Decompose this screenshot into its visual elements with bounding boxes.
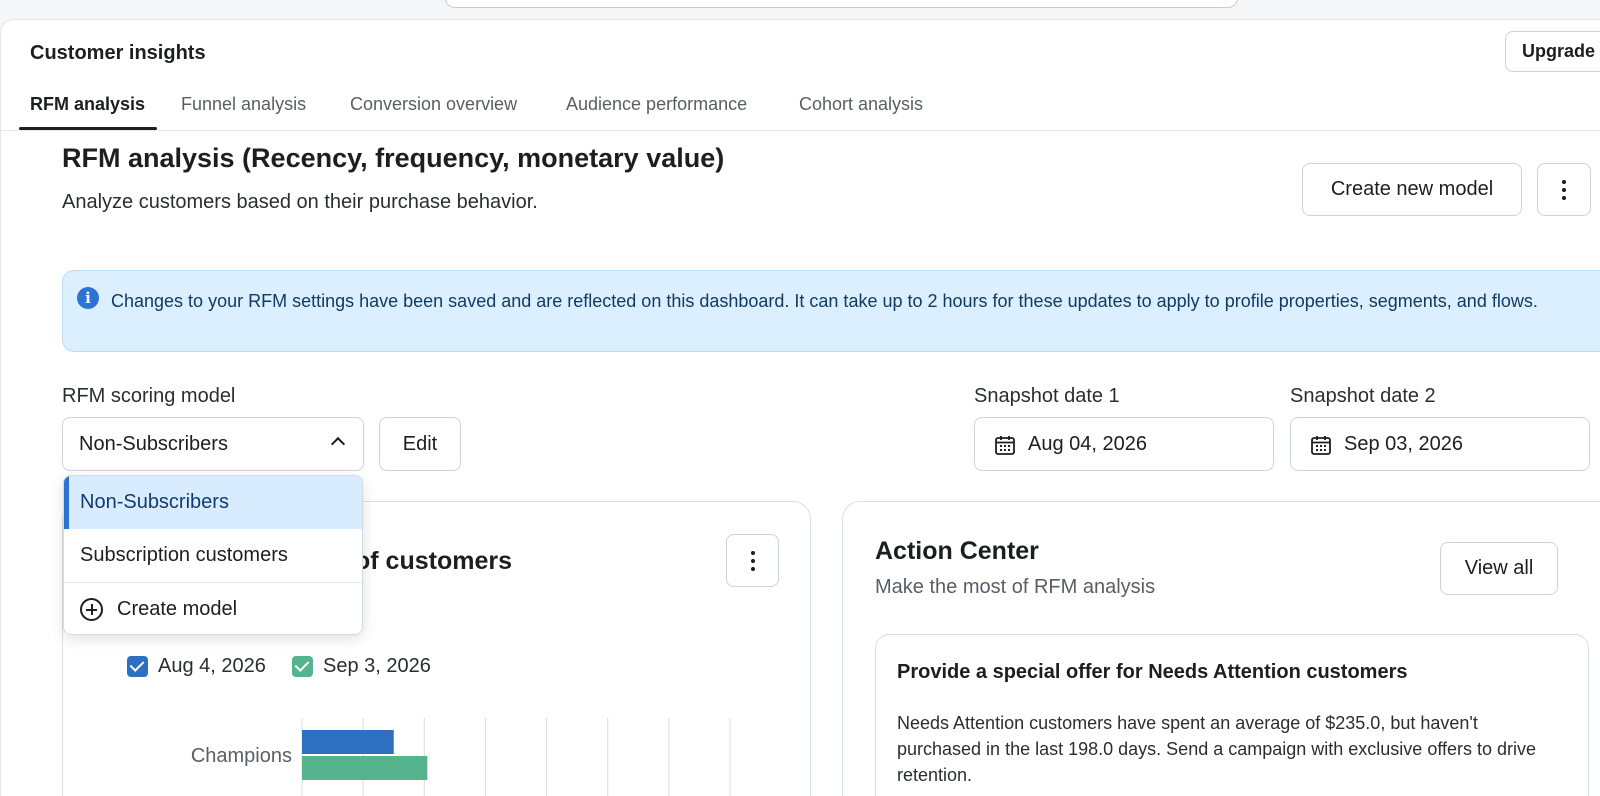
option-label: Non-Subscribers bbox=[80, 491, 229, 513]
chevron-up-icon bbox=[330, 436, 346, 452]
tab-conversion-overview[interactable]: Conversion overview bbox=[350, 94, 517, 115]
scoring-model-dropdown: Non-Subscribers Subscription customers C… bbox=[63, 475, 363, 635]
snapshot-date-2-value: Sep 03, 2026 bbox=[1344, 433, 1463, 455]
edit-model-button[interactable]: Edit bbox=[379, 417, 461, 471]
legend-item-snapshot-2[interactable]: Sep 3, 2026 bbox=[292, 655, 431, 678]
bar-champions-series-2[interactable] bbox=[302, 756, 428, 780]
alert-text: Changes to your RFM settings have been s… bbox=[111, 291, 1538, 311]
snapshot-date-1-input[interactable]: Aug 04, 2026 bbox=[974, 417, 1274, 471]
plus-circle-icon bbox=[80, 598, 103, 621]
snapshot-date-1-value: Aug 04, 2026 bbox=[1028, 433, 1147, 455]
checkbox-checked-icon[interactable] bbox=[292, 656, 313, 677]
tab-bar: RFM analysis Funnel analysis Conversion … bbox=[1, 80, 1600, 131]
calendar-icon bbox=[1311, 436, 1331, 455]
page-subtitle: Analyze customers based on their purchas… bbox=[62, 191, 538, 213]
legend-label: Sep 3, 2026 bbox=[323, 655, 431, 677]
kebab-icon bbox=[1538, 164, 1590, 215]
tab-rfm-analysis[interactable]: RFM analysis bbox=[30, 94, 145, 115]
tab-funnel-analysis[interactable]: Funnel analysis bbox=[181, 94, 306, 115]
scoring-model-label: RFM scoring model bbox=[62, 385, 236, 407]
action-center-title: Action Center bbox=[875, 537, 1039, 565]
bar-champions-series-1[interactable] bbox=[302, 730, 394, 754]
dropdown-option-non-subscribers[interactable]: Non-Subscribers bbox=[64, 476, 362, 529]
view-all-button[interactable]: View all bbox=[1440, 542, 1558, 595]
scoring-model-select[interactable]: Non-Subscribers bbox=[62, 417, 364, 471]
tab-cohort-analysis[interactable]: Cohort analysis bbox=[799, 94, 923, 115]
tab-audience-performance[interactable]: Audience performance bbox=[566, 94, 747, 115]
snapshot-date-1-label: Snapshot date 1 bbox=[974, 385, 1120, 407]
scoring-model-value: Non-Subscribers bbox=[79, 433, 228, 455]
dropdown-create-model[interactable]: Create model bbox=[64, 583, 362, 634]
offer-card[interactable]: Provide a special offer for Needs Attent… bbox=[875, 634, 1589, 796]
legend-item-snapshot-1[interactable]: Aug 4, 2026 bbox=[127, 655, 266, 678]
action-center-subtitle: Make the most of RFM analysis bbox=[875, 576, 1156, 598]
checkbox-checked-icon[interactable] bbox=[127, 656, 148, 677]
upgrade-button[interactable]: Upgrade bbox=[1505, 31, 1600, 72]
kebab-icon bbox=[727, 535, 778, 586]
offer-title: Provide a special offer for Needs Attent… bbox=[897, 661, 1408, 683]
active-tab-indicator bbox=[19, 127, 157, 130]
create-model-label: Create model bbox=[117, 598, 238, 620]
info-alert: i Changes to your RFM settings have been… bbox=[62, 270, 1600, 352]
more-options-button[interactable] bbox=[1537, 163, 1591, 216]
info-icon: i bbox=[77, 287, 99, 309]
calendar-icon bbox=[995, 436, 1015, 455]
dropdown-option-subscription-customers[interactable]: Subscription customers bbox=[64, 529, 362, 582]
global-search-bar[interactable] bbox=[445, 0, 1238, 8]
chart-options-button[interactable] bbox=[726, 534, 779, 587]
create-new-model-button[interactable]: Create new model bbox=[1302, 163, 1522, 216]
snapshot-date-2-label: Snapshot date 2 bbox=[1290, 385, 1436, 407]
option-label: Subscription customers bbox=[80, 544, 288, 566]
rfm-bar-chart: Champions bbox=[191, 718, 731, 796]
category-label: Champions bbox=[191, 745, 292, 767]
legend-label: Aug 4, 2026 bbox=[158, 655, 266, 677]
chart-title: of customers bbox=[355, 547, 512, 575]
snapshot-date-2-input[interactable]: Sep 03, 2026 bbox=[1290, 417, 1590, 471]
offer-body: Needs Attention customers have spent an … bbox=[897, 713, 1537, 785]
page-title: RFM analysis (Recency, frequency, moneta… bbox=[62, 143, 725, 173]
app-title: Customer insights bbox=[30, 42, 206, 64]
